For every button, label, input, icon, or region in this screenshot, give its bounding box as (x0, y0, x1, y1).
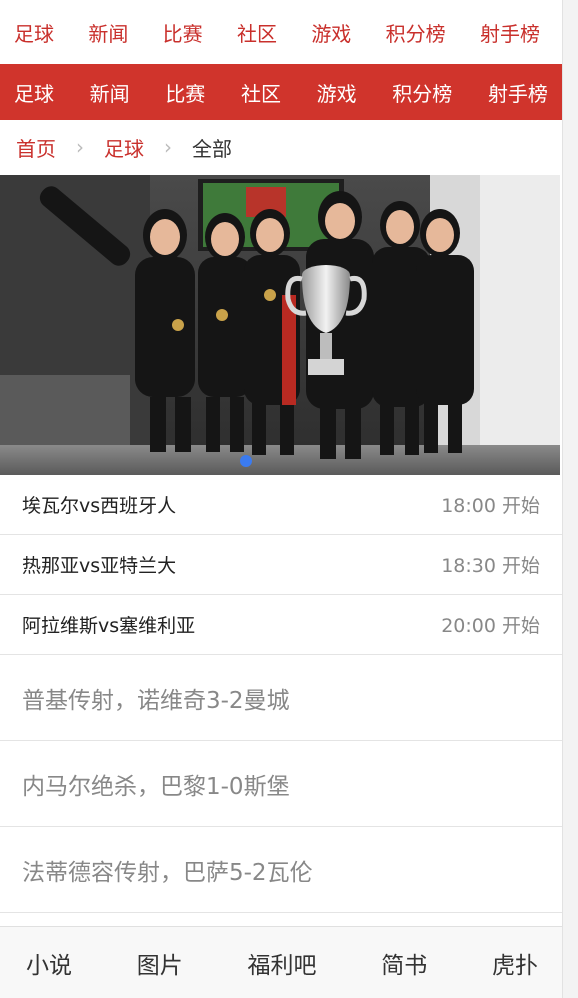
top-nav-item-football[interactable]: 足球 (14, 18, 54, 47)
red-nav-item-football[interactable]: 足球 (14, 78, 54, 107)
red-nav-item-standings[interactable]: 积分榜 (392, 78, 452, 107)
red-nav-item-community[interactable]: 社区 (241, 78, 281, 107)
chevron-right-icon: › (76, 135, 84, 159)
breadcrumb-current: 全部 (192, 136, 232, 161)
top-nav: 足球 新闻 比赛 社区 游戏 积分榜 射手榜 (0, 0, 562, 64)
bottom-nav-item-hupu[interactable]: 虎扑 (492, 946, 538, 980)
news-title: 内马尔绝杀，巴黎1-0斯堡 (22, 773, 290, 800)
red-nav-item-games[interactable]: 游戏 (317, 78, 357, 107)
match-row[interactable]: 阿拉维斯vs塞维利亚 20:00 开始 (0, 595, 562, 655)
banner-carousel[interactable] (0, 175, 560, 475)
match-teams: 阿拉维斯vs塞维利亚 (22, 615, 196, 637)
bottom-nav: 小说 图片 福利吧 简书 虎扑 (0, 926, 562, 998)
red-nav: 足球 新闻 比赛 社区 游戏 积分榜 射手榜 (0, 64, 562, 120)
top-nav-item-news[interactable]: 新闻 (88, 18, 128, 47)
breadcrumb-section[interactable]: 足球 (104, 133, 144, 162)
red-nav-item-news[interactable]: 新闻 (90, 78, 130, 107)
match-time: 18:00 开始 (441, 495, 540, 517)
bottom-nav-item-jianshu[interactable]: 简书 (381, 946, 427, 980)
scrollbar-gutter (562, 0, 578, 998)
news-item[interactable]: 法蒂德容传射，巴萨5-2瓦伦 (0, 827, 562, 913)
match-teams: 热那亚vs亚特兰大 (22, 555, 177, 577)
page: 足球 新闻 比赛 社区 游戏 积分榜 射手榜 足球 新闻 比赛 社区 游戏 积分… (0, 0, 562, 998)
bottom-nav-item-welfare[interactable]: 福利吧 (248, 946, 317, 980)
bottom-nav-item-novels[interactable]: 小说 (26, 946, 72, 980)
breadcrumb-home[interactable]: 首页 (16, 133, 56, 162)
top-nav-item-standings[interactable]: 积分榜 (386, 18, 446, 47)
news-title: 普基传射，诺维奇3-2曼城 (22, 687, 290, 714)
red-nav-item-matches[interactable]: 比赛 (165, 78, 205, 107)
carousel-indicator-dot[interactable] (240, 455, 252, 467)
top-nav-item-community[interactable]: 社区 (237, 18, 277, 47)
news-item[interactable]: 内马尔绝杀，巴黎1-0斯堡 (0, 741, 562, 827)
match-time: 20:00 开始 (441, 615, 540, 637)
match-teams: 埃瓦尔vs西班牙人 (22, 495, 177, 517)
match-row[interactable]: 热那亚vs亚特兰大 18:30 开始 (0, 535, 562, 595)
top-nav-item-scorers[interactable]: 射手榜 (480, 18, 540, 47)
news-title: 法蒂德容传射，巴萨5-2瓦伦 (22, 859, 313, 886)
chevron-right-icon: › (164, 135, 172, 159)
match-row[interactable]: 埃瓦尔vs西班牙人 18:00 开始 (0, 475, 562, 535)
banner-photo (0, 175, 560, 475)
news-item[interactable]: 普基传射，诺维奇3-2曼城 (0, 655, 562, 741)
top-nav-item-matches[interactable]: 比赛 (163, 18, 203, 47)
red-nav-item-scorers[interactable]: 射手榜 (488, 78, 548, 107)
match-time: 18:30 开始 (441, 555, 540, 577)
bottom-nav-item-images[interactable]: 图片 (137, 946, 183, 980)
top-nav-item-games[interactable]: 游戏 (311, 18, 351, 47)
breadcrumb: 首页 › 足球 › 全部 (0, 120, 562, 174)
